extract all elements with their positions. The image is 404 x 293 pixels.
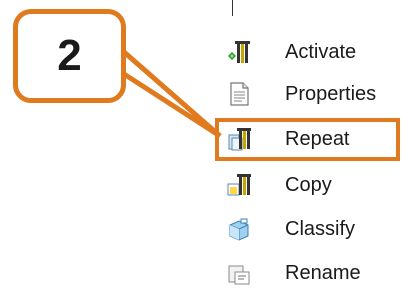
context-menu: Activate Properties Repeat Copy Classify… bbox=[212, 30, 404, 286]
menu-item-label: Activate bbox=[285, 41, 357, 63]
divider-line bbox=[232, 0, 233, 16]
menu-item-label: Classify bbox=[285, 218, 356, 240]
callout-badge: 2 bbox=[13, 9, 126, 103]
classify-icon bbox=[226, 216, 252, 242]
menu-item-activate[interactable]: Activate bbox=[212, 32, 404, 72]
repeat-icon bbox=[226, 126, 252, 152]
menu-item-rename[interactable]: Rename bbox=[212, 253, 404, 293]
menu-item-label: Repeat bbox=[285, 128, 350, 150]
menu-item-label: Properties bbox=[285, 83, 377, 105]
menu-item-label: Rename bbox=[285, 262, 361, 284]
menu-item-copy[interactable]: Copy bbox=[212, 165, 404, 205]
properties-icon bbox=[226, 81, 252, 107]
activate-icon bbox=[226, 39, 252, 65]
menu-item-classify[interactable]: Classify bbox=[212, 209, 404, 249]
menu-item-properties[interactable]: Properties bbox=[212, 74, 404, 114]
callout-number: 2 bbox=[57, 31, 82, 80]
rename-icon bbox=[226, 260, 252, 286]
menu-item-label: Copy bbox=[285, 174, 332, 196]
copy-icon bbox=[226, 172, 252, 198]
menu-item-repeat[interactable]: Repeat bbox=[212, 119, 404, 159]
